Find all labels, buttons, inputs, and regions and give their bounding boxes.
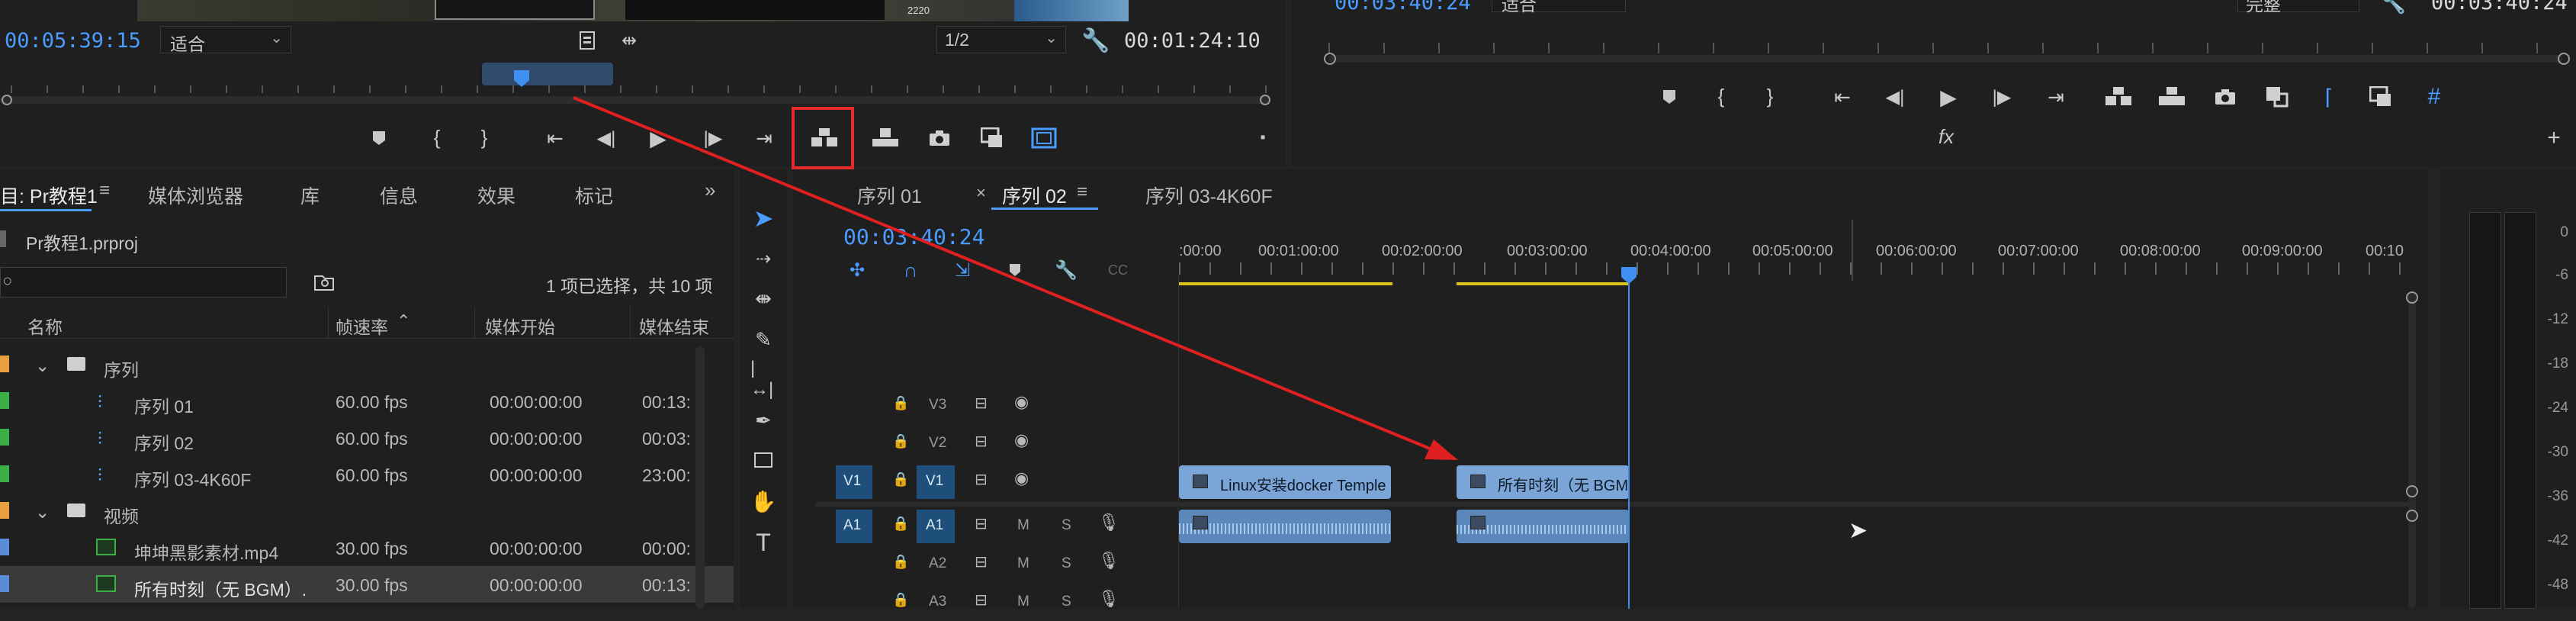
annotation-arrow [573,96,1458,460]
